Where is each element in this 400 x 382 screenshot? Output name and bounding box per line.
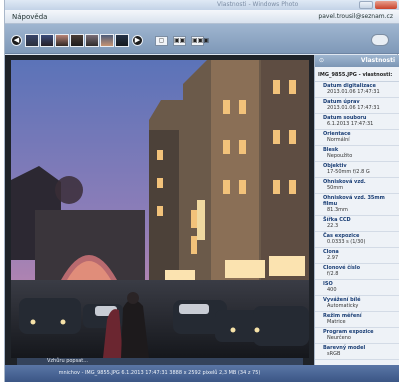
property-value: Matrice: [327, 319, 346, 325]
property-value: 0.0333 s (1/30): [327, 239, 366, 245]
app-window: Vlastnosti - Windows Photo Nápověda pave…: [4, 0, 399, 382]
menu-bar: Nápověda pavel.trousil@seznam.cz: [5, 10, 399, 24]
thumbnail-selected[interactable]: [115, 34, 129, 47]
properties-file-label: IMG_9855.JPG - vlastnosti:: [315, 67, 399, 82]
property-value: 17-50mm f/2.8 G: [327, 169, 370, 175]
property-value: Nepoužito: [327, 153, 353, 159]
properties-title: Vlastnosti: [360, 57, 395, 64]
property-row: Clonové číslo f/2.8: [315, 264, 399, 280]
arrow-left-icon[interactable]: ◀: [11, 35, 22, 46]
toggle-icon[interactable]: [371, 34, 389, 46]
status-text: mnichov - IMG_9855.JPG 6.1.2013 17:47:31…: [58, 370, 261, 376]
properties-panel: ⊙ Vlastnosti IMG_9855.JPG - vlastnosti: …: [314, 55, 399, 365]
property-value: 2.97: [327, 255, 339, 261]
arrow-right-icon[interactable]: ▶: [132, 35, 143, 46]
status-bar: mnichov - IMG_9855.JPG 6.1.2013 17:47:31…: [5, 365, 399, 382]
properties-header: ⊙ Vlastnosti: [315, 55, 399, 67]
view-single-button[interactable]: ▢: [155, 36, 168, 46]
close-button[interactable]: [375, 1, 397, 9]
property-row: ISO 400: [315, 280, 399, 296]
property-row: Režim měření Matrice: [315, 312, 399, 328]
property-row: Datum souboru 6.1.2013 17:47:31: [315, 114, 399, 130]
property-key: Ohnisková vzd. 35mm filmu: [323, 195, 385, 207]
property-row: Orientace Normální: [315, 130, 399, 146]
properties-list: Datum digitalizace 2013.01.06 17:47:31 Dat…: [315, 82, 399, 360]
property-value: 2013.01.06 17:47:31: [327, 89, 380, 95]
property-value: Neurčeno: [327, 335, 351, 341]
property-value: 400: [327, 287, 337, 293]
window-title: Vlastnosti - Windows Photo: [217, 1, 299, 8]
property-row: Datum úprav 2013.01.06 17:47:31: [315, 98, 399, 114]
property-row: Vyvážení bílé Automaticky: [315, 296, 399, 312]
thumbnail[interactable]: [40, 34, 54, 47]
property-row: Objektiv 17-50mm f/2.8 G: [315, 162, 399, 178]
property-value: 6.1.2013 17:47:31: [327, 121, 374, 127]
thumbnail[interactable]: [70, 34, 84, 47]
property-row: Šířka CCD 22.3: [315, 216, 399, 232]
photo-image[interactable]: [11, 60, 309, 358]
thumbnail[interactable]: [55, 34, 69, 47]
property-value: f/2.8: [327, 271, 339, 277]
thumbnail-strip: ◀ ▶ ▢ ▣▣ ▣▣▣: [5, 24, 399, 54]
property-row: Blesk Nepoužito: [315, 146, 399, 162]
property-row: Clona 2.97: [315, 248, 399, 264]
property-value: Automaticky: [327, 303, 359, 309]
pin-icon[interactable]: ⊙: [319, 57, 324, 64]
property-value: 81.3mm: [327, 207, 348, 213]
property-value: Normální: [327, 137, 350, 143]
photo-caption[interactable]: Vzhůru popsat...: [17, 358, 303, 365]
property-row: Program expozice Neurčeno: [315, 328, 399, 344]
property-row: Datum digitalizace 2013.01.06 17:47:31: [315, 82, 399, 98]
view-triple-button[interactable]: ▣▣▣: [191, 36, 209, 46]
property-row: Ohnisková vzd. 50mm: [315, 178, 399, 194]
property-value: 50mm: [327, 185, 344, 191]
user-account[interactable]: pavel.trousil@seznam.cz: [318, 13, 393, 20]
photo-viewer: Vzhůru popsat...: [5, 55, 314, 365]
menu-item-help[interactable]: Nápověda: [12, 13, 47, 21]
thumbnail[interactable]: [25, 34, 39, 47]
property-row: Ohnisková vzd. 35mm filmu 81.3mm: [315, 194, 399, 216]
minimize-button[interactable]: [359, 1, 373, 9]
title-bar: Vlastnosti - Windows Photo: [5, 0, 399, 10]
view-double-button[interactable]: ▣▣: [173, 36, 186, 46]
property-value: sRGB: [327, 351, 341, 357]
thumbnail[interactable]: [85, 34, 99, 47]
property-row: Barevný model sRGB: [315, 344, 399, 360]
property-value: 2013.01.06 17:47:31: [327, 105, 380, 111]
property-row: Čas expozice 0.0333 s (1/30): [315, 232, 399, 248]
property-value: 22.3: [327, 223, 339, 229]
thumbnail[interactable]: [100, 34, 114, 47]
